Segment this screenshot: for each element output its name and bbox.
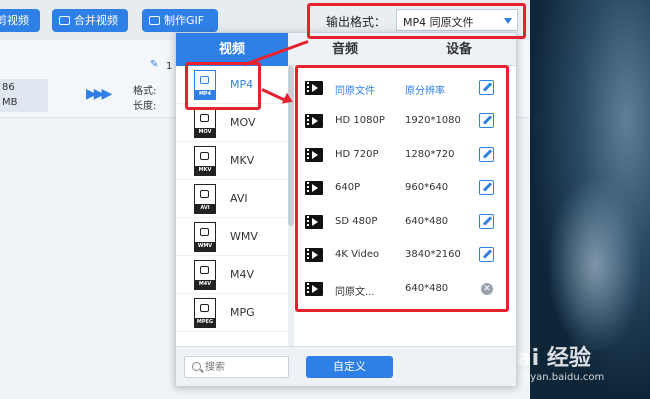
search-box[interactable] bbox=[184, 356, 289, 378]
format-badge: M4V bbox=[195, 280, 215, 289]
custom-button[interactable]: 自定义 bbox=[306, 356, 393, 378]
search-icon bbox=[192, 362, 201, 371]
annotation-box-output bbox=[307, 3, 526, 39]
video-file-icon: WMV bbox=[194, 222, 216, 252]
gif-icon bbox=[149, 16, 160, 25]
video-file-icon: MPEG bbox=[194, 298, 216, 328]
video-file-icon: MKV bbox=[194, 146, 216, 176]
format-list-scrollbar[interactable] bbox=[288, 66, 294, 346]
format-item-m4v[interactable]: M4V M4V bbox=[176, 256, 288, 294]
format-badge: AVI bbox=[195, 204, 215, 213]
scrollbar-thumb[interactable] bbox=[288, 66, 294, 226]
annotation-box-mp4 bbox=[185, 62, 261, 110]
format-label: MPG bbox=[230, 306, 255, 319]
format-label: AVI bbox=[230, 192, 248, 205]
edit-num: 1 bbox=[166, 61, 173, 72]
format-badge: MPEG bbox=[195, 318, 215, 327]
video-file-icon: MOV bbox=[194, 108, 216, 138]
format-label: MKV bbox=[230, 154, 255, 167]
file-num: 86 bbox=[2, 82, 15, 93]
video-file-icon: AVI bbox=[194, 184, 216, 214]
format-item-mpg[interactable]: MPEG MPG bbox=[176, 294, 288, 332]
format-item-wmv[interactable]: WMV WMV bbox=[176, 218, 288, 256]
edit-pencil-icon[interactable]: ✎ bbox=[150, 59, 158, 70]
format-item-avi[interactable]: AVI AVI bbox=[176, 180, 288, 218]
format-badge: WMV bbox=[195, 242, 215, 251]
length-label: 长度: bbox=[133, 101, 157, 112]
format-label: 格式: bbox=[133, 86, 157, 97]
watermark-url: jingyan.baidu.com bbox=[512, 372, 605, 383]
file-size-unit: MB bbox=[2, 97, 18, 108]
merge-icon bbox=[59, 16, 70, 25]
format-item-mkv[interactable]: MKV MKV bbox=[176, 142, 288, 180]
merge-video-button[interactable]: 合并视频 bbox=[52, 9, 128, 32]
popup-footer: 自定义 bbox=[176, 346, 516, 386]
gif-label: 制作GIF bbox=[164, 14, 205, 27]
search-input[interactable] bbox=[205, 359, 285, 375]
format-label: WMV bbox=[230, 230, 258, 243]
merge-label: 合并视频 bbox=[74, 14, 118, 27]
video-file-icon: M4V bbox=[194, 260, 216, 290]
format-badge: MOV bbox=[195, 128, 215, 137]
make-gif-button[interactable]: 制作GIF bbox=[142, 9, 218, 32]
toolbar-btn1-label: 剪视频 bbox=[0, 14, 29, 27]
convert-arrow-icon: ▶▶▶ bbox=[86, 86, 112, 102]
annotation-box-resolutions bbox=[295, 65, 509, 312]
cut-video-button[interactable]: 剪视频 bbox=[0, 9, 40, 32]
format-label: MOV bbox=[230, 116, 256, 129]
format-badge: MKV bbox=[195, 166, 215, 175]
format-label: M4V bbox=[230, 268, 255, 281]
